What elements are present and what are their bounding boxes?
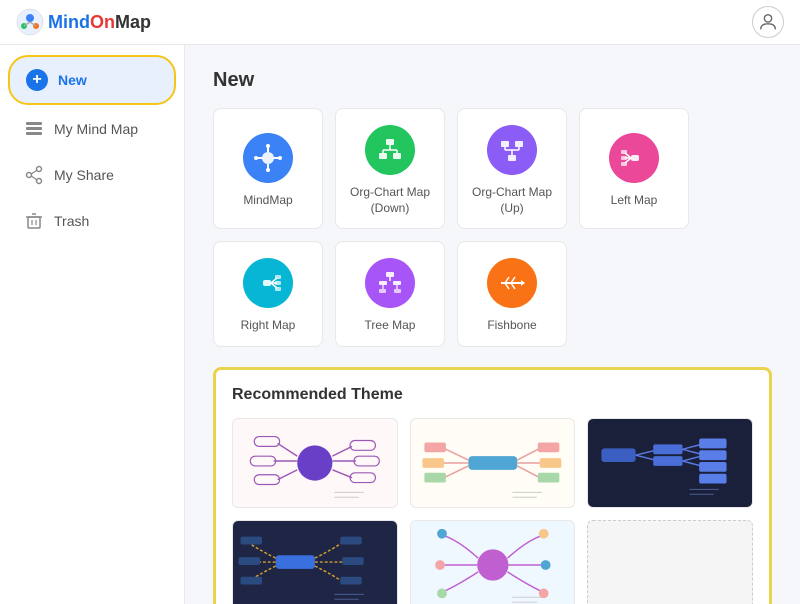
theme-card-4[interactable] <box>232 520 398 604</box>
main-content: New MindM <box>185 45 800 604</box>
theme-card-3[interactable] <box>587 418 753 508</box>
new-section-title: New <box>213 69 772 92</box>
template-card-right-map[interactable]: Right Map <box>213 241 323 347</box>
template-card-mindmap[interactable]: MindMap <box>213 108 323 229</box>
logo-icon <box>16 8 44 36</box>
template-card-left-map[interactable]: Left Map <box>579 108 689 229</box>
plus-icon: + <box>26 69 48 91</box>
theme4-preview <box>233 521 397 604</box>
template-card-tree-map[interactable]: Tree Map <box>335 241 445 347</box>
app-header: MindOnMap <box>0 0 800 45</box>
main-layout: + New My Mind Map <box>0 45 800 604</box>
org-up-icon <box>487 125 537 175</box>
right-map-icon <box>243 258 293 308</box>
org-down-icon <box>365 125 415 175</box>
theme1-preview <box>233 419 397 507</box>
org-up-label: Org-Chart Map (Up) <box>466 185 558 216</box>
right-map-label: Right Map <box>241 318 296 334</box>
tree-map-label: Tree Map <box>365 318 416 334</box>
sidebar-item-trash-label: Trash <box>54 213 89 229</box>
sidebar-item-new-label: New <box>58 72 87 88</box>
user-avatar[interactable] <box>752 6 784 38</box>
left-map-icon <box>609 133 659 183</box>
recommended-title: Recommended Theme <box>232 386 753 404</box>
sidebar-item-my-share-label: My Share <box>54 167 114 183</box>
theme3-preview <box>588 419 752 507</box>
sidebar: + New My Mind Map <box>0 45 185 604</box>
layers-icon <box>24 119 44 139</box>
theme-card-2[interactable] <box>410 418 576 508</box>
sidebar-item-new[interactable]: + New <box>8 55 176 105</box>
sidebar-item-my-mind-map[interactable]: My Mind Map <box>8 107 176 151</box>
template-card-org-down[interactable]: Org-Chart Map(Down) <box>335 108 445 229</box>
fishbone-label: Fishbone <box>487 318 536 334</box>
template-card-fishbone[interactable]: Fishbone <box>457 241 567 347</box>
theme-card-1[interactable] <box>232 418 398 508</box>
org-down-label: Org-Chart Map(Down) <box>350 185 430 216</box>
theme-grid <box>232 418 753 604</box>
tree-map-icon <box>365 258 415 308</box>
recommended-section: Recommended Theme <box>213 367 772 604</box>
trash-icon <box>24 211 44 231</box>
mindmap-label: MindMap <box>243 193 292 209</box>
avatar-icon <box>757 11 779 33</box>
fishbone-icon <box>487 258 537 308</box>
sidebar-item-my-share[interactable]: My Share <box>8 153 176 197</box>
sidebar-item-my-mind-map-label: My Mind Map <box>54 121 138 137</box>
theme2-preview <box>411 419 575 507</box>
left-map-label: Left Map <box>611 193 658 209</box>
theme-card-6 <box>587 520 753 604</box>
share-icon <box>24 165 44 185</box>
template-card-org-up[interactable]: Org-Chart Map (Up) <box>457 108 567 229</box>
mindmap-icon <box>243 133 293 183</box>
theme-card-5[interactable] <box>410 520 576 604</box>
theme5-preview <box>411 521 575 604</box>
template-grid: MindMap Org-Chart Map(Down) <box>213 108 772 347</box>
logo-text: MindOnMap <box>48 12 151 33</box>
app-logo: MindOnMap <box>16 8 151 36</box>
sidebar-item-trash[interactable]: Trash <box>8 199 176 243</box>
